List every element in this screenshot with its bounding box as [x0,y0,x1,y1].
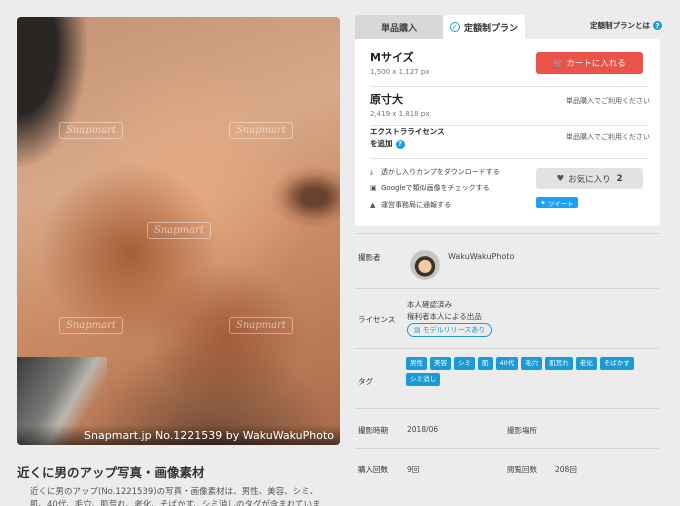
report-label: 運営事務局に通報する [381,201,451,209]
tweet-button[interactable]: ✦ ツイート [536,197,578,208]
watermark: Snapmart [229,122,293,139]
tag-item[interactable]: 男性 [406,357,427,370]
purchase-card: Mサイズ 1,500 x 1,127 px 🛒 カートに入れる 原寸大 2,41… [355,39,660,226]
shooting-date-label: 撮影時期 [358,426,388,435]
tag-item[interactable]: シミ [454,357,475,370]
tab-subscription-plan[interactable]: ✓ 定額制プラン [443,15,525,39]
tag-item[interactable]: シミ消し [406,373,440,386]
info-row-purchases: 購入回数 9回 閲覧回数 208回 [355,448,660,488]
photographer-name[interactable]: WakuWakuPhoto [448,252,514,261]
image-icon: ▣ [370,184,377,192]
size-row-original: 原寸大 2,419 x 1,818 px [370,89,648,126]
favorite-button[interactable]: ♥ お気に入り 2 [536,168,643,189]
tag-item[interactable]: 肌荒れ [545,357,573,370]
photo-eye-area [272,167,340,227]
watermark: Snapmart [59,317,123,334]
tag-list: 男性 美容 シミ 肌 40代 毛穴 肌荒れ 老化 そばかす シミ消し [406,357,641,386]
purchase-count-label: 購入回数 [358,465,388,474]
purchase-tabs: 単品購入 ✓ 定額制プラン [355,15,525,39]
model-release-badge: ▤ モデルリリースあり [407,323,493,337]
extra-license-note: 単品購入でご利用ください [566,133,650,141]
download-comp-link[interactable]: ⤓ 透かし入りカンプをダウンロードする [370,167,500,177]
photographer-label: 撮影者 [358,253,381,262]
tab-single-purchase[interactable]: 単品購入 [355,15,443,39]
shooting-date: 2018/06 [407,425,439,434]
download-icon: ⤓ [370,168,374,176]
photo-hair-area [17,17,87,167]
photo-caption: Snapmart.jp No.1221539 by WakuWakuPhoto [17,425,340,445]
info-row-photographer: 撮影者 WakuWakuPhoto [355,233,660,288]
license-verified: 本人確認済み [407,300,452,309]
shooting-place-label: 撮影場所 [507,426,537,435]
tag-item[interactable]: そばかす [599,357,634,370]
add-to-cart-label: カートに入れる [566,59,626,69]
tab-subscription-label: 定額制プラン [463,23,518,34]
favorite-count: 2 [616,173,623,184]
google-check-link[interactable]: ▣ Googleで類似画像をチェックする [370,183,490,193]
download-comp-label: 透かし入りカンプをダウンロードする [381,168,500,176]
help-icon[interactable]: ? [395,139,405,149]
tag-item[interactable]: 40代 [495,357,519,370]
watermark: Snapmart [147,222,211,239]
info-row-license: ライセンス 本人確認済み 権利者本人による出品 ▤ モデルリリースあり [355,288,660,348]
view-count-label: 閲覧回数 [507,465,537,474]
warning-icon: ▲ [370,201,376,209]
google-check-label: Googleで類似画像をチェックする [381,184,490,192]
heart-icon: ♥ [556,173,565,184]
info-row-tags: タグ 男性 美容 シミ 肌 40代 毛穴 肌荒れ 老化 そばかす シミ消し [355,348,660,408]
info-row-date: 撮影時期 2018/06 撮影場所 [355,408,660,448]
size-px-original: 2,419 x 1,818 px [370,110,430,118]
plan-info-label: 定額制プランとは [590,21,650,30]
watermark: Snapmart [229,317,293,334]
cart-icon: 🛒 [553,58,564,68]
extra-license-line2: を追加 [370,139,393,148]
model-release-label: モデルリリースあり [422,326,486,334]
document-icon: ▤ [414,326,421,334]
add-to-cart-button[interactable]: 🛒 カートに入れる [536,52,643,74]
tag-item[interactable]: 肌 [478,357,493,370]
favorite-label: お気に入り [568,174,611,185]
license-owner: 権利者本人による出品 [407,312,482,321]
original-note: 単品購入でご利用ください [566,97,650,105]
license-label: ライセンス [358,315,396,324]
twitter-icon: ✦ [540,198,546,207]
tags-label: タグ [358,377,373,386]
extra-license-row: エクストラライセンス を追加 ? [370,126,648,159]
report-link[interactable]: ▲ 運営事務局に通報する [370,200,451,210]
tag-item[interactable]: 毛穴 [521,357,543,370]
avatar[interactable] [410,250,440,280]
check-icon: ✓ [449,22,460,32]
view-count: 208回 [555,465,577,474]
help-icon: ? [653,21,662,30]
tag-item[interactable]: 美容 [430,357,451,370]
watermark: Snapmart [59,122,123,139]
photo-description: 近くに男のアップ(No.1221539)の写真・画像素材は、男性、美容、シミ、肌… [30,487,321,506]
main-photo[interactable]: Snapmart Snapmart Snapmart Snapmart Snap… [17,17,340,445]
tweet-label: ツイート [547,199,574,208]
purchase-count: 9回 [407,465,420,474]
plan-info-link[interactable]: 定額制プランとは ? [590,20,662,31]
tag-item[interactable]: 老化 [575,357,597,370]
page-title: 近くに男のアップ写真・画像素材 [17,465,205,480]
